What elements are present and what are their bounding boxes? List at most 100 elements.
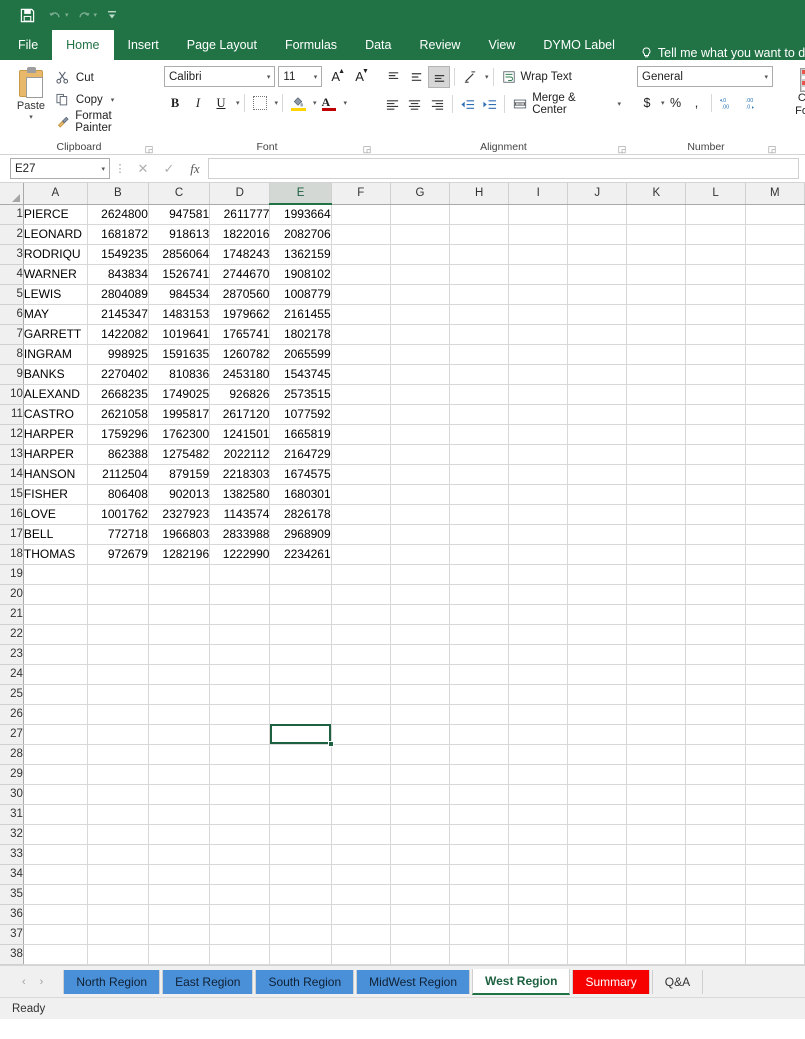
row-header-28[interactable]: 28 bbox=[0, 744, 23, 764]
decrease-decimal-button[interactable]: .00.0 bbox=[741, 92, 765, 114]
cell-E5[interactable]: 1008779 bbox=[270, 284, 331, 304]
cell-K17[interactable] bbox=[627, 524, 686, 544]
cell-J2[interactable] bbox=[568, 224, 627, 244]
cell-A13[interactable]: HARPER bbox=[23, 444, 87, 464]
conditional-formatting-button[interactable]: Cond Forma bbox=[795, 68, 805, 118]
align-bottom-button[interactable] bbox=[428, 66, 450, 88]
row-header-15[interactable]: 15 bbox=[0, 484, 23, 504]
cell-G27[interactable] bbox=[390, 724, 449, 744]
cell-G3[interactable] bbox=[390, 244, 449, 264]
cell-B1[interactable]: 2624800 bbox=[87, 204, 148, 224]
cell-F35[interactable] bbox=[331, 884, 390, 904]
cell-J30[interactable] bbox=[568, 784, 627, 804]
row-header-2[interactable]: 2 bbox=[0, 224, 23, 244]
cell-A6[interactable]: MAY bbox=[23, 304, 87, 324]
cell-E19[interactable] bbox=[270, 564, 331, 584]
cell-L6[interactable] bbox=[686, 304, 745, 324]
cell-M17[interactable] bbox=[745, 524, 804, 544]
cell-G37[interactable] bbox=[390, 924, 449, 944]
cell-C16[interactable]: 2327923 bbox=[148, 504, 209, 524]
cell-D11[interactable]: 2617120 bbox=[210, 404, 270, 424]
cell-E29[interactable] bbox=[270, 764, 331, 784]
sheet-nav-next-icon[interactable]: › bbox=[40, 976, 44, 988]
cell-H16[interactable] bbox=[450, 504, 509, 524]
cell-A24[interactable] bbox=[23, 664, 87, 684]
cell-D19[interactable] bbox=[210, 564, 270, 584]
row-header-34[interactable]: 34 bbox=[0, 864, 23, 884]
cell-B22[interactable] bbox=[87, 624, 148, 644]
cell-E18[interactable]: 2234261 bbox=[270, 544, 331, 564]
cell-E9[interactable]: 1543745 bbox=[270, 364, 331, 384]
cell-H14[interactable] bbox=[450, 464, 509, 484]
cell-F39[interactable] bbox=[331, 964, 390, 965]
cell-A17[interactable]: BELL bbox=[23, 524, 87, 544]
cell-J33[interactable] bbox=[568, 844, 627, 864]
cell-G15[interactable] bbox=[390, 484, 449, 504]
cell-L4[interactable] bbox=[686, 264, 745, 284]
column-header-c[interactable]: C bbox=[148, 183, 209, 204]
increase-font-size-button[interactable]: A▲ bbox=[325, 66, 346, 87]
cell-B31[interactable] bbox=[87, 804, 148, 824]
cell-M32[interactable] bbox=[745, 824, 804, 844]
ribbon-tab-data[interactable]: Data bbox=[351, 30, 405, 60]
cell-I8[interactable] bbox=[509, 344, 568, 364]
cell-I20[interactable] bbox=[509, 584, 568, 604]
cell-H18[interactable] bbox=[450, 544, 509, 564]
cell-E30[interactable] bbox=[270, 784, 331, 804]
cell-J11[interactable] bbox=[568, 404, 627, 424]
cell-C31[interactable] bbox=[148, 804, 209, 824]
cell-A16[interactable]: LOVE bbox=[23, 504, 87, 524]
cell-K23[interactable] bbox=[627, 644, 686, 664]
cell-F1[interactable] bbox=[331, 204, 390, 224]
save-icon[interactable] bbox=[14, 3, 40, 27]
cell-A28[interactable] bbox=[23, 744, 87, 764]
row-header-25[interactable]: 25 bbox=[0, 684, 23, 704]
column-header-j[interactable]: J bbox=[568, 183, 627, 204]
cell-K1[interactable] bbox=[627, 204, 686, 224]
cell-M15[interactable] bbox=[745, 484, 804, 504]
cell-L13[interactable] bbox=[686, 444, 745, 464]
cell-M36[interactable] bbox=[745, 904, 804, 924]
cell-F30[interactable] bbox=[331, 784, 390, 804]
spreadsheet-grid[interactable]: ABCDEFGHIJKLM 1PIERCE2624800947581261177… bbox=[0, 183, 805, 965]
cell-I3[interactable] bbox=[509, 244, 568, 264]
cell-M38[interactable] bbox=[745, 944, 804, 964]
cell-M8[interactable] bbox=[745, 344, 804, 364]
row-header-26[interactable]: 26 bbox=[0, 704, 23, 724]
cell-F31[interactable] bbox=[331, 804, 390, 824]
cell-E35[interactable] bbox=[270, 884, 331, 904]
cell-B9[interactable]: 2270402 bbox=[87, 364, 148, 384]
column-header-g[interactable]: G bbox=[390, 183, 449, 204]
cell-G5[interactable] bbox=[390, 284, 449, 304]
decrease-indent-button[interactable] bbox=[457, 93, 478, 115]
cell-E14[interactable]: 1674575 bbox=[270, 464, 331, 484]
cell-B30[interactable] bbox=[87, 784, 148, 804]
cell-I39[interactable] bbox=[509, 964, 568, 965]
row-header-36[interactable]: 36 bbox=[0, 904, 23, 924]
cell-M6[interactable] bbox=[745, 304, 804, 324]
cell-D33[interactable] bbox=[210, 844, 270, 864]
cell-I5[interactable] bbox=[509, 284, 568, 304]
cell-J37[interactable] bbox=[568, 924, 627, 944]
cell-H1[interactable] bbox=[450, 204, 509, 224]
row-header-3[interactable]: 3 bbox=[0, 244, 23, 264]
cell-K14[interactable] bbox=[627, 464, 686, 484]
cell-I14[interactable] bbox=[509, 464, 568, 484]
ribbon-tab-dymo-label[interactable]: DYMO Label bbox=[529, 30, 629, 60]
cell-I12[interactable] bbox=[509, 424, 568, 444]
currency-button[interactable]: $ bbox=[637, 92, 657, 114]
font-color-button[interactable]: A bbox=[318, 92, 340, 114]
customize-qat-icon[interactable] bbox=[99, 3, 125, 27]
cell-I35[interactable] bbox=[509, 884, 568, 904]
column-header-k[interactable]: K bbox=[627, 183, 686, 204]
cell-G34[interactable] bbox=[390, 864, 449, 884]
cell-E1[interactable]: 1993664 bbox=[270, 204, 331, 224]
sheet-tab-q-a[interactable]: Q&A bbox=[652, 970, 703, 994]
cell-I31[interactable] bbox=[509, 804, 568, 824]
cell-D31[interactable] bbox=[210, 804, 270, 824]
cell-M12[interactable] bbox=[745, 424, 804, 444]
cell-L2[interactable] bbox=[686, 224, 745, 244]
cell-L12[interactable] bbox=[686, 424, 745, 444]
cell-B17[interactable]: 772718 bbox=[87, 524, 148, 544]
cell-K4[interactable] bbox=[627, 264, 686, 284]
